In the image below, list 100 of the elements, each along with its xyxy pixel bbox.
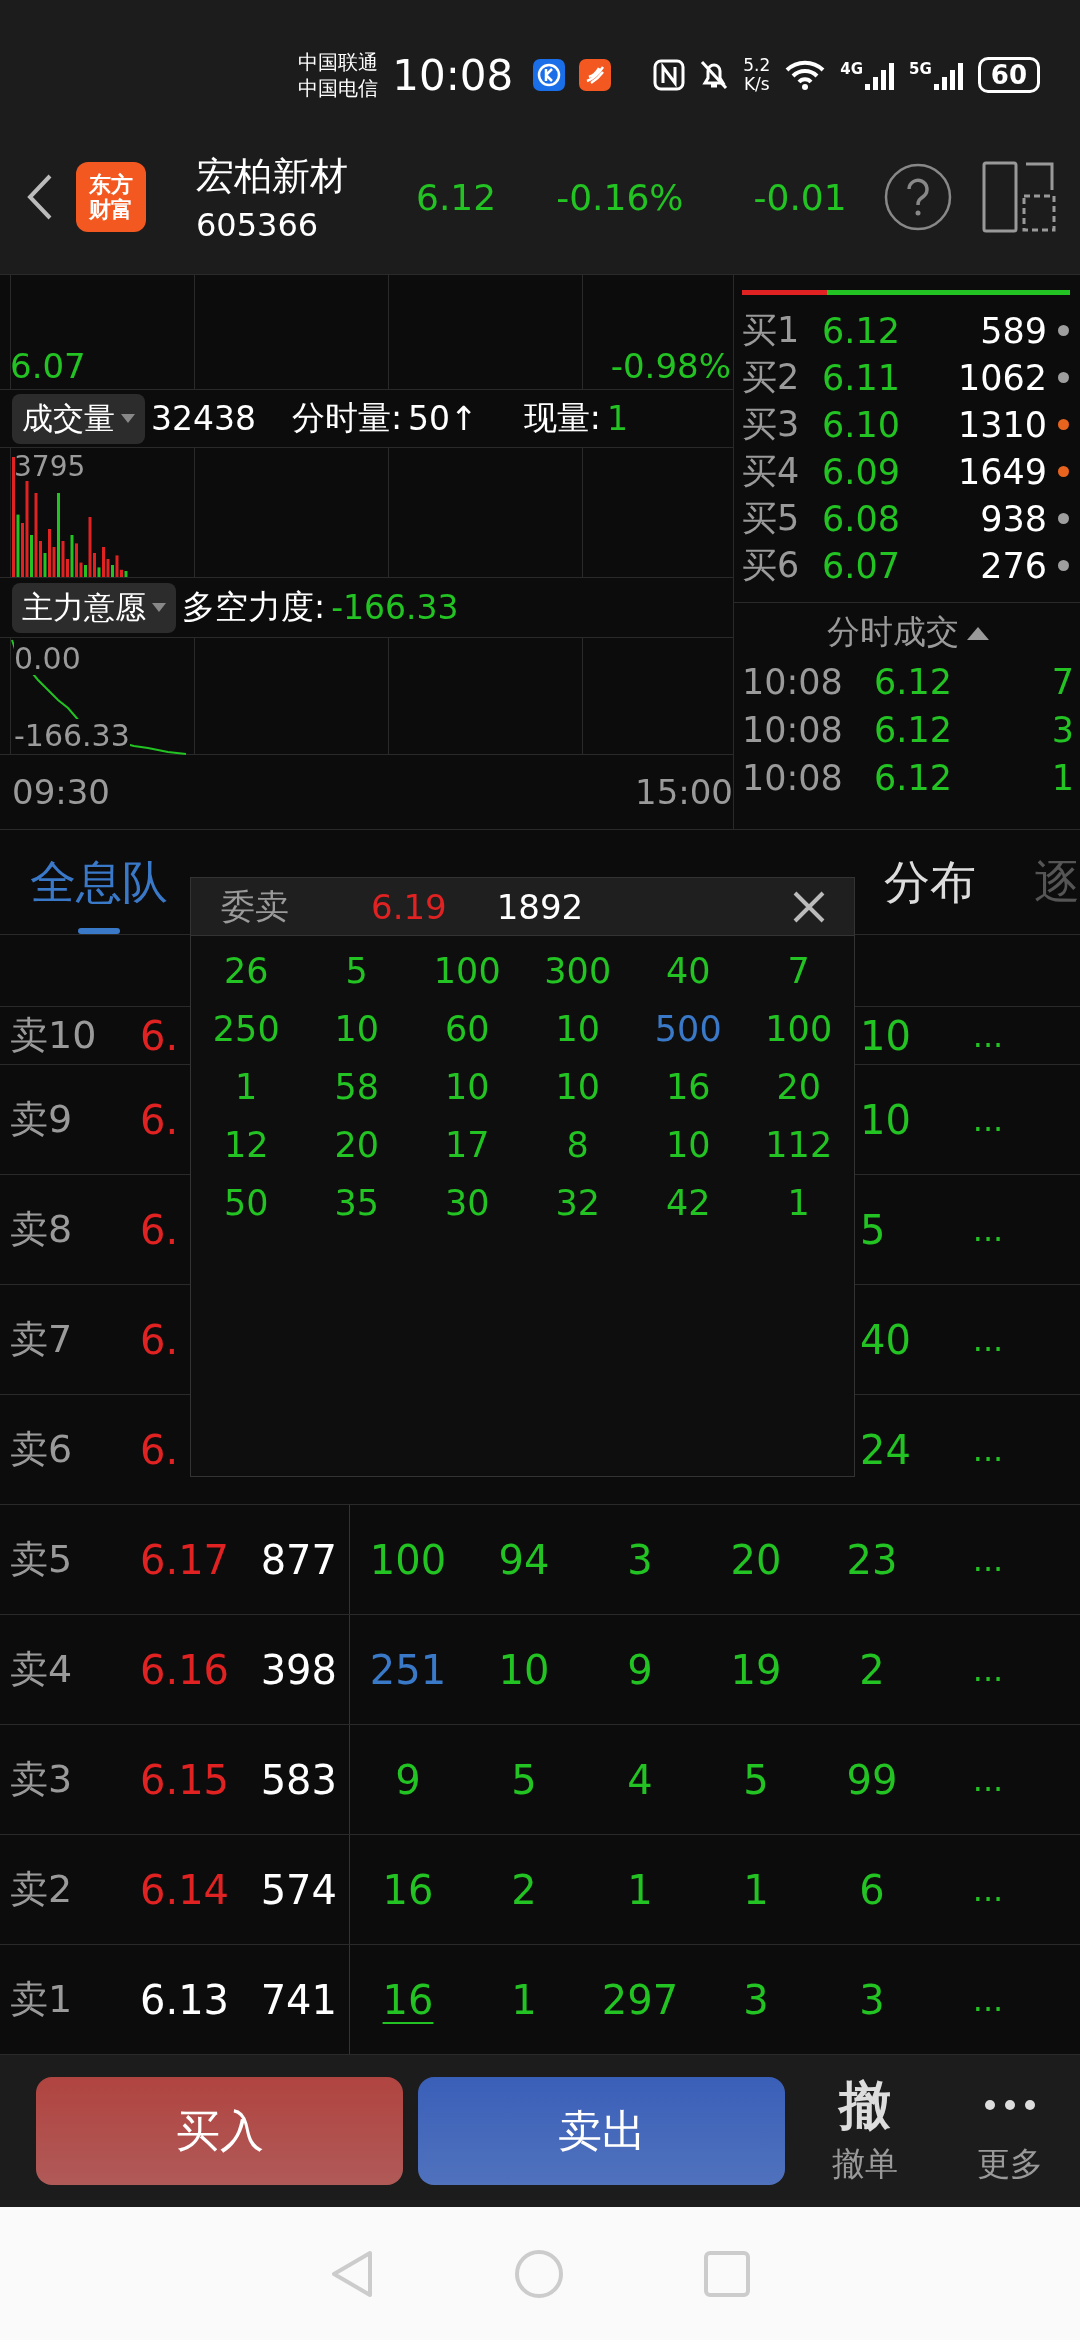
tab[interactable]: 分布 (884, 830, 976, 934)
ask-level: 卖6 (9, 1426, 74, 1473)
order-size: 16 (381, 1866, 435, 1913)
buy-button[interactable]: 买入 (36, 2077, 403, 2185)
order-size: 10 (664, 1125, 712, 1165)
bid-volume: 276 (979, 545, 1047, 586)
order-size: 2 (858, 1646, 886, 1693)
total-volume: 32438 (151, 399, 256, 438)
force-label: 多空力度: (182, 586, 326, 628)
stock-name: 宏柏新材 (196, 152, 349, 200)
bid-price: 6.07 (822, 545, 901, 586)
minute-volume-label: 分时量: (292, 397, 403, 439)
order-size: 8 (565, 1125, 590, 1165)
app-icon (579, 59, 612, 91)
caret-icon (967, 625, 989, 640)
network-speed: 5.2 (743, 56, 771, 75)
order-size: 112 (764, 1125, 834, 1165)
ask-level: 卖8 (9, 1206, 74, 1253)
order-size: 10 (860, 1012, 912, 1059)
bid-volume: 1649 (956, 451, 1047, 492)
k-letter-app-icon (533, 59, 566, 91)
force-value: -166.33 (331, 588, 459, 627)
order-size: 300 (543, 951, 613, 991)
popup-price: 6.19 (371, 886, 447, 927)
layout-switch-icon[interactable] (982, 160, 1056, 234)
bid-volume: 1310 (956, 404, 1047, 445)
trade-volume: 3 (1050, 710, 1074, 750)
signal-icon (933, 60, 964, 90)
network-type: 5G (909, 60, 932, 78)
order-size: 19 (729, 1646, 783, 1693)
ask-price: 6.17 (140, 1536, 230, 1583)
carrier-name: 中国联通 (298, 49, 379, 75)
trades-header[interactable]: 分时成交 (821, 609, 995, 656)
order-size: 10 (554, 1067, 601, 1107)
more-button[interactable]: 更多 (945, 2074, 1075, 2188)
order-size: 16 (381, 1976, 435, 2023)
order-size: 1 (786, 1183, 811, 1223)
trade-volume: 7 (1050, 662, 1074, 702)
cancel-order-button[interactable]: 撤 撤单 (800, 2074, 930, 2188)
stock-code: 605366 (196, 205, 320, 244)
trade-volume: 1 (1050, 758, 1074, 798)
ask-price: 6. (140, 1096, 180, 1143)
more-orders[interactable]: ... (930, 1430, 1046, 1469)
more-orders[interactable]: ... (930, 1760, 1046, 1799)
order-size: 5 (344, 951, 369, 991)
more-orders[interactable]: ... (930, 1650, 1046, 1689)
tab[interactable]: 全息队 (30, 830, 168, 934)
help-icon[interactable] (884, 163, 952, 231)
bid-level: 买3 (742, 403, 801, 446)
bid-volume: 938 (979, 498, 1047, 539)
order-size: 1 (234, 1067, 259, 1107)
order-size: 250 (211, 1009, 281, 1049)
more-orders[interactable]: ... (930, 1210, 1046, 1249)
ask-price: 6.13 (140, 1976, 230, 2023)
indicator-dropdown[interactable]: 成交量 (12, 393, 145, 444)
order-size: 24 (860, 1426, 912, 1473)
more-orders[interactable]: ... (930, 1100, 1046, 1139)
order-size: 9 (626, 1646, 654, 1693)
ask-volume: 583 (230, 1725, 350, 1834)
more-orders[interactable]: ... (930, 1980, 1046, 2019)
order-size: 5 (742, 1756, 770, 1803)
ask-price: 6.15 (140, 1756, 230, 1803)
signal-icon (865, 60, 896, 90)
order-size: 42 (664, 1183, 712, 1223)
close-icon[interactable] (792, 889, 826, 924)
trade-price: 6.12 (874, 662, 953, 702)
sell-button[interactable]: 卖出 (418, 2077, 785, 2185)
order-size: 23 (845, 1536, 899, 1583)
trade-time: 10:08 (742, 710, 844, 750)
order-size: 3 (858, 1976, 886, 2023)
order-size: 1 (510, 1976, 538, 2023)
indicator-dropdown[interactable]: 主力意愿 (12, 582, 176, 633)
ask-price: 6. (140, 1426, 180, 1473)
more-orders[interactable]: ... (930, 1540, 1046, 1579)
ask-price: 6.16 (140, 1646, 230, 1693)
clock-time: 10:08 (392, 50, 514, 100)
bid-level: 买6 (742, 544, 801, 587)
trade-time: 10:08 (742, 662, 844, 702)
order-size: 10 (443, 1067, 491, 1107)
bid-price: 6.09 (822, 451, 901, 492)
nfc-icon (653, 59, 686, 91)
ask-volume: 877 (230, 1505, 350, 1614)
price-axis-label: 6.07 (10, 347, 86, 385)
trade-time: 10:08 (742, 758, 844, 798)
ask-volume: 398 (230, 1615, 350, 1724)
ask-level: 卖1 (9, 1976, 74, 2023)
bid-level: 买5 (742, 497, 801, 540)
more-orders[interactable]: ... (930, 1016, 1046, 1055)
network-type: 4G (840, 60, 864, 78)
ask-level: 卖5 (9, 1536, 74, 1583)
current-volume-value: 1 (606, 399, 628, 438)
bid-level: 买4 (742, 450, 801, 493)
percent-axis-label: -0.98% (610, 347, 731, 385)
speed-unit: K/s (743, 75, 770, 94)
order-size: 50 (222, 1183, 270, 1223)
order-size: 35 (333, 1183, 380, 1223)
ask-volume: 741 (230, 1945, 350, 2054)
more-orders[interactable]: ... (930, 1320, 1046, 1359)
more-orders[interactable]: ... (930, 1870, 1046, 1909)
order-size: 40 (860, 1316, 912, 1363)
